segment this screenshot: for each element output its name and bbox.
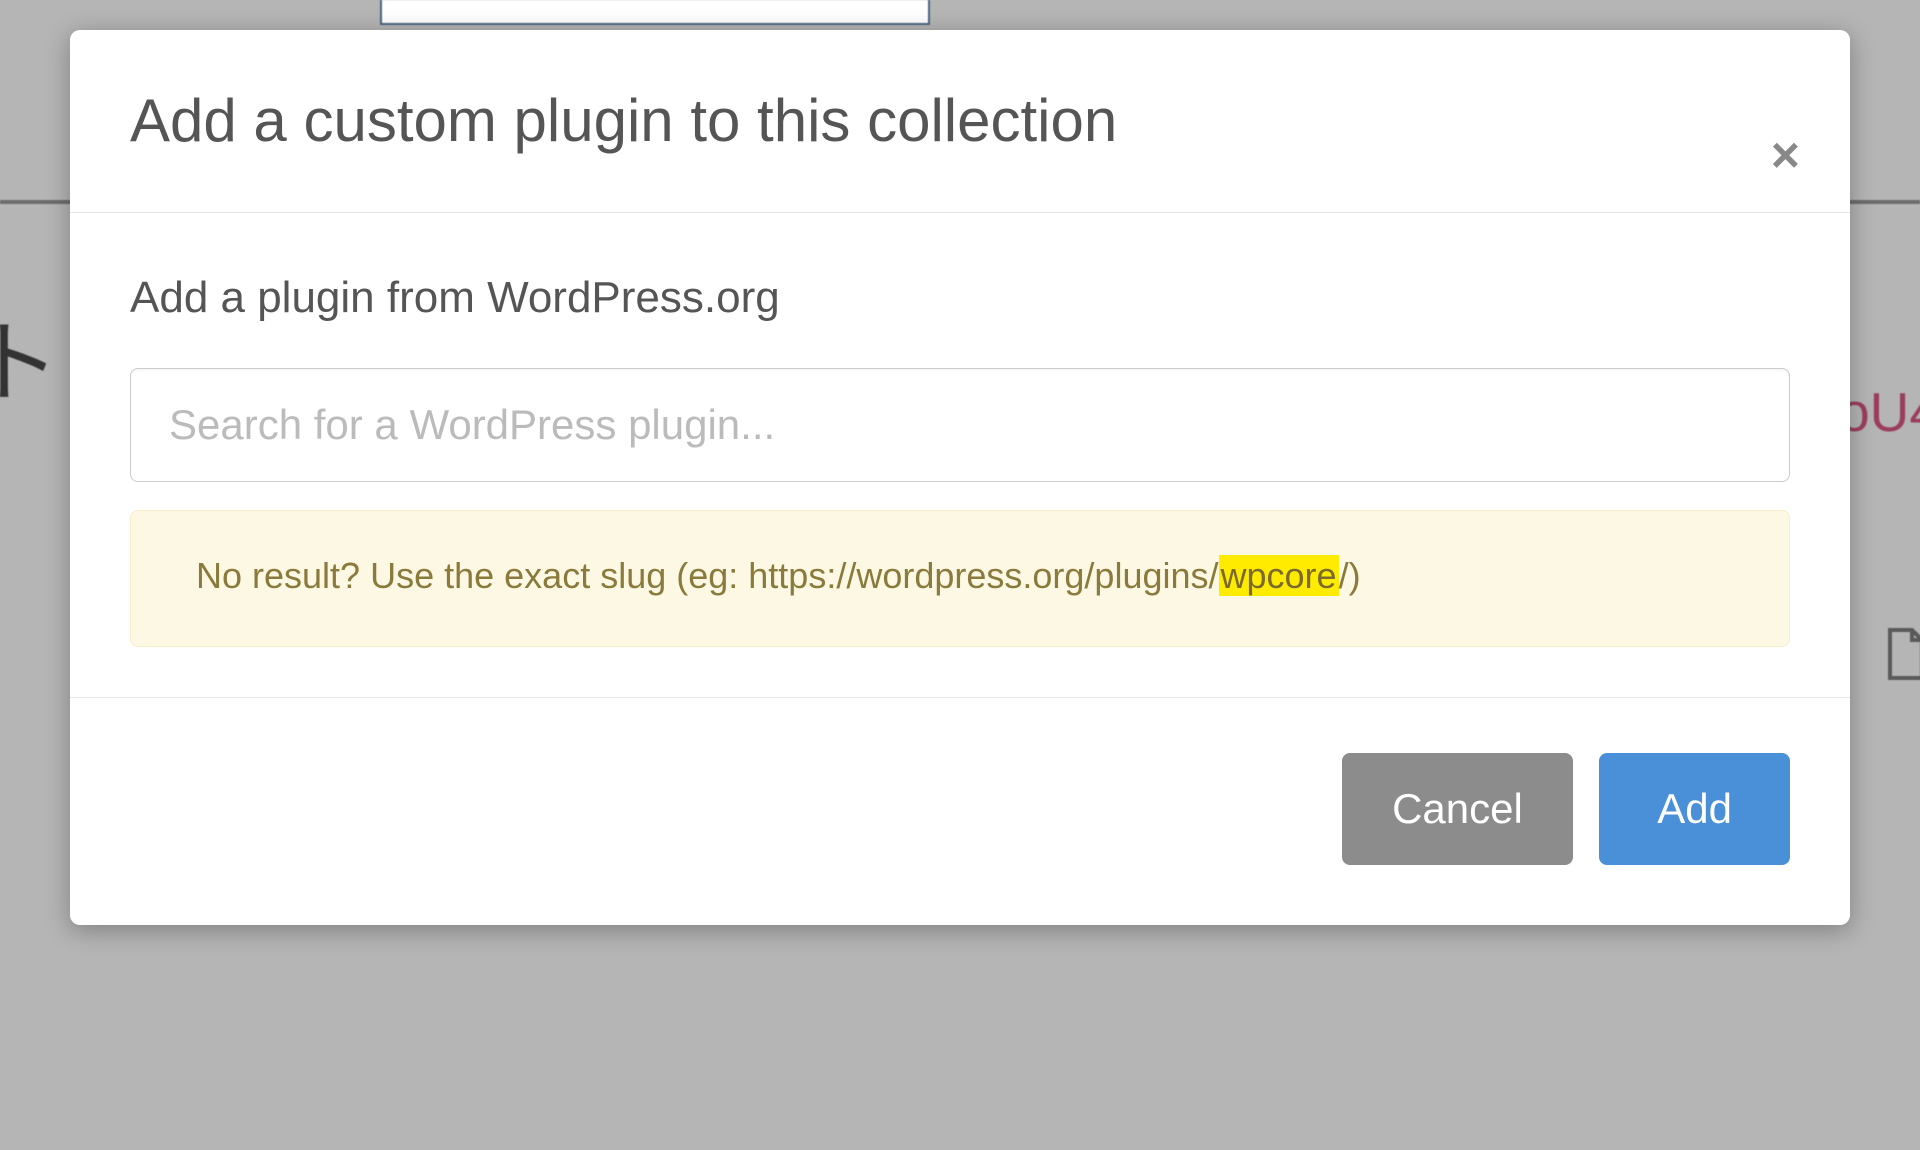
plugin-search-input[interactable] bbox=[130, 368, 1790, 482]
hint-suffix: /) bbox=[1339, 555, 1361, 596]
bg-input-outline bbox=[380, 0, 930, 25]
add-button[interactable]: Add bbox=[1599, 753, 1790, 865]
close-icon[interactable]: × bbox=[1771, 130, 1800, 180]
cancel-button[interactable]: Cancel bbox=[1342, 753, 1573, 865]
add-plugin-modal: Add a custom plugin to this collection ×… bbox=[70, 30, 1850, 925]
bg-text-right: oU4 bbox=[1839, 380, 1920, 444]
modal-body: Add a plugin from WordPress.org No resul… bbox=[70, 213, 1850, 697]
bg-text-left: ト bbox=[0, 290, 60, 420]
hint-message: No result? Use the exact slug (eg: https… bbox=[130, 510, 1790, 647]
document-icon bbox=[1882, 625, 1920, 695]
modal-subtitle: Add a plugin from WordPress.org bbox=[130, 273, 1790, 323]
hint-prefix: No result? Use the exact slug (eg: https… bbox=[196, 555, 1219, 596]
modal-title: Add a custom plugin to this collection bbox=[130, 85, 1790, 157]
hint-highlight: wpcore bbox=[1219, 555, 1339, 596]
modal-header: Add a custom plugin to this collection × bbox=[70, 30, 1850, 213]
modal-footer: Cancel Add bbox=[70, 697, 1850, 925]
